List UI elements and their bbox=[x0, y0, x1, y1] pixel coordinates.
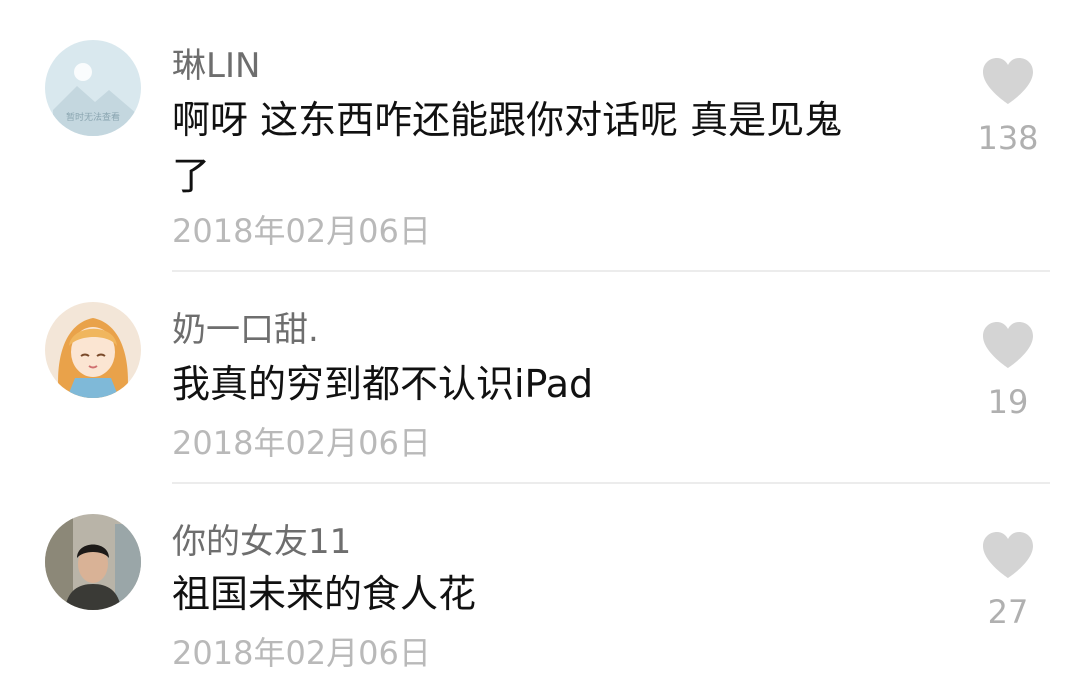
comment-text: 祖国未来的食人花 bbox=[172, 572, 477, 616]
avatar-placeholder-text: 暂时无法查看 bbox=[66, 111, 120, 123]
comment-item: 奶一口甜. 我真的穷到都不认识iPad 2018年02月06日 19 bbox=[0, 272, 1080, 484]
comment-date: 2018年02月06日 bbox=[172, 634, 431, 672]
like-button[interactable]: 27 bbox=[968, 530, 1048, 630]
heart-icon[interactable] bbox=[968, 56, 1048, 106]
heart-icon[interactable] bbox=[968, 530, 1048, 580]
like-count: 138 bbox=[977, 119, 1039, 157]
avatar[interactable] bbox=[45, 514, 141, 610]
comment-item: 你的女友11 祖国未来的食人花 2018年02月06日 27 bbox=[0, 484, 1080, 683]
username[interactable]: 你的女友11 bbox=[172, 514, 351, 563]
avatar[interactable]: 暂时无法查看 bbox=[45, 40, 141, 136]
avatar[interactable] bbox=[45, 302, 141, 398]
like-button[interactable]: 19 bbox=[968, 320, 1048, 420]
like-count: 27 bbox=[987, 593, 1029, 631]
like-count: 19 bbox=[987, 383, 1029, 421]
comment-item: 暂时无法查看 琳LIN 啊呀 这东西咋还能跟你对话呢 真是见鬼了 2018年02… bbox=[0, 0, 1080, 272]
like-button[interactable]: 138 bbox=[968, 56, 1048, 156]
comment-text: 啊呀 这东西咋还能跟你对话呢 真是见鬼了 bbox=[172, 98, 843, 198]
comment-date: 2018年02月06日 bbox=[172, 424, 431, 462]
heart-icon[interactable] bbox=[968, 320, 1048, 370]
comment-text: 我真的穷到都不认识iPad bbox=[172, 362, 594, 406]
comment-date: 2018年02月06日 bbox=[172, 212, 431, 250]
username[interactable]: 琳LIN bbox=[172, 38, 260, 87]
username[interactable]: 奶一口甜. bbox=[172, 302, 319, 351]
